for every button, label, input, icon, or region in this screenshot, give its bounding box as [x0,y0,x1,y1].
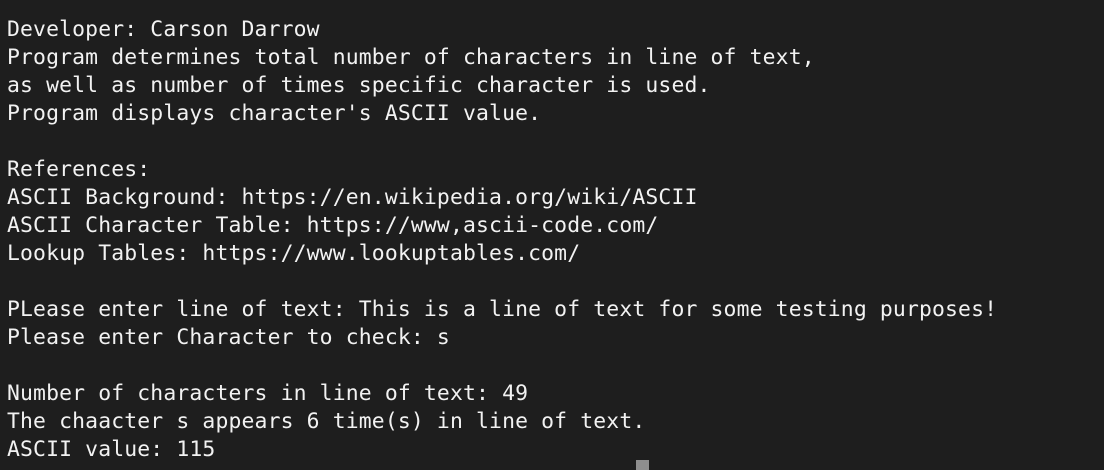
output-line-character-count: Number of characters in line of text: 49 [7,381,529,406]
output-line-ascii-value: ASCII value: 115 [7,437,216,462]
output-line-description-1: Program determines total number of chara… [7,45,815,70]
output-line-blank-2 [7,268,1104,296]
output-line-references-heading: References: [7,157,151,182]
output-line-reference-ascii-table: ASCII Character Table: https://www,ascii… [7,213,659,238]
output-line-description-3: Program displays character's ASCII value… [7,101,542,126]
output-line-blank-3 [7,352,1104,380]
output-line-reference-lookup-tables: Lookup Tables: https://www.lookuptables.… [7,241,581,266]
input-line-text-prompt: PLease enter line of text: This is a lin… [7,297,998,322]
output-line-developer: Developer: Carson Darrow [7,17,320,42]
output-line-blank-1 [7,128,1104,156]
output-line-description-2: as well as number of times specific char… [7,73,711,98]
output-line-occurrence-count: The chaacter s appears 6 time(s) in line… [7,409,646,434]
text-cursor [636,460,649,470]
output-line-reference-ascii-background: ASCII Background: https://en.wikipedia.o… [7,185,698,210]
terminal-window[interactable]: Developer: Carson Darrow Program determi… [0,0,1104,468]
input-line-character-prompt: Please enter Character to check: s [7,325,450,350]
